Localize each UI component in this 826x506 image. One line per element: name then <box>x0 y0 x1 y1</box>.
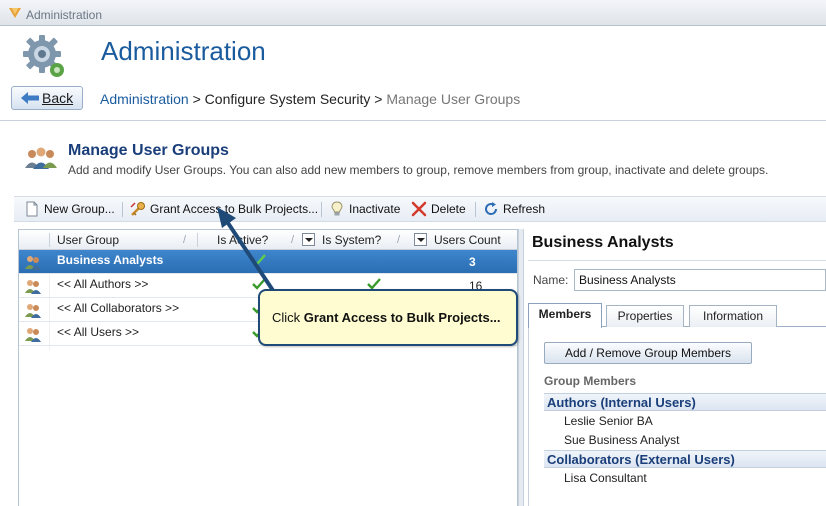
breadcrumb-configure-security[interactable]: Configure System Security <box>205 91 371 107</box>
column-header-is-active[interactable]: Is Active? <box>217 233 268 247</box>
user-group-icon <box>25 304 41 318</box>
column-header-user-group[interactable]: User Group <box>57 233 119 247</box>
toolbar-separator <box>475 202 476 217</box>
refresh-label: Refresh <box>503 202 546 216</box>
instruction-callout: Click Grant Access to Bulk Projects... <box>258 289 518 346</box>
user-group-icon <box>25 256 41 270</box>
new-document-icon <box>26 201 38 217</box>
page-header: Administration Back Administration > Con… <box>0 26 826 118</box>
window-titlebar: Administration <box>0 0 826 26</box>
row-group-name: << All Users >> <box>57 325 140 339</box>
section-title: Manage User Groups <box>68 142 229 159</box>
name-field[interactable] <box>574 269 826 291</box>
detail-tabs: Members Properties Information <box>528 303 826 328</box>
toolbar-separator <box>122 202 123 217</box>
refresh-icon <box>485 202 498 215</box>
tab-information[interactable]: Information <box>689 305 777 328</box>
new-group-button[interactable]: New Group... <box>24 201 115 219</box>
row-users-count: 3 <box>469 255 476 269</box>
breadcrumb: Administration > Configure System Securi… <box>100 91 520 107</box>
row-group-name: << All Collaborators >> <box>57 301 180 315</box>
tab-members[interactable]: Members <box>528 303 602 328</box>
callout-bold-text: Grant Access to Bulk Projects... <box>303 310 501 325</box>
page-title: Administration <box>101 36 266 66</box>
detail-title: Business Analysts <box>532 234 674 251</box>
member-group-heading: Authors (Internal Users) <box>544 393 826 411</box>
toolbar-separator <box>321 202 322 217</box>
section-description: Add and modify User Groups. You can also… <box>68 163 769 177</box>
member-item[interactable]: Sue Business Analyst <box>564 433 679 447</box>
delete-button[interactable]: Delete <box>411 201 466 219</box>
grant-access-label: Grant Access to Bulk Projects... <box>150 202 319 216</box>
detail-divider <box>528 260 826 261</box>
delete-label: Delete <box>431 202 466 216</box>
back-button-label: Back <box>42 90 74 106</box>
group-members-label: Group Members <box>544 374 637 388</box>
checkmark-icon <box>252 254 266 266</box>
refresh-button[interactable]: Refresh <box>483 201 545 219</box>
column-separator <box>197 233 198 247</box>
table-row[interactable]: Business Analysts 3 <box>19 250 517 274</box>
user-group-icon <box>25 280 41 294</box>
tab-properties[interactable]: Properties <box>606 305 684 328</box>
column-separator <box>49 233 50 247</box>
breadcrumb-separator: > <box>188 91 205 107</box>
user-group-icon <box>25 328 41 342</box>
app-logo-icon <box>9 8 21 18</box>
is-system-filter-dropdown[interactable] <box>414 233 427 246</box>
back-arrow-icon <box>21 92 39 104</box>
user-groups-grid: User Group / Is Active? / Is System? / U… <box>18 229 518 506</box>
new-group-label: New Group... <box>44 202 115 216</box>
member-group-heading: Collaborators (External Users) <box>544 450 826 468</box>
lightbulb-icon <box>331 201 343 216</box>
column-resize-handle[interactable]: / <box>397 234 407 246</box>
key-icon <box>130 202 145 216</box>
breadcrumb-separator: > <box>370 91 387 107</box>
gear-icon <box>23 35 64 77</box>
row-group-name: << All Authors >> <box>57 277 149 291</box>
users-group-icon <box>25 147 57 169</box>
is-active-filter-dropdown[interactable] <box>302 233 315 246</box>
column-header-is-system[interactable]: Is System? <box>322 233 381 247</box>
column-resize-handle[interactable]: / <box>291 234 301 246</box>
back-button[interactable]: Back <box>11 86 83 110</box>
delete-x-icon <box>411 201 427 217</box>
row-group-name: Business Analysts <box>57 253 164 267</box>
callout-prefix: Click <box>272 310 304 325</box>
column-resize-handle[interactable]: / <box>183 234 193 246</box>
inactivate-button[interactable]: Inactivate <box>329 201 400 219</box>
grid-header: User Group / Is Active? / Is System? / U… <box>19 230 517 250</box>
panel-splitter[interactable] <box>518 229 524 506</box>
column-header-users-count[interactable]: Users Count <box>434 233 501 247</box>
toolbar: New Group... Grant Access to Bulk Projec… <box>14 196 826 222</box>
breadcrumb-administration-link[interactable]: Administration <box>100 91 189 107</box>
add-remove-members-button[interactable]: Add / Remove Group Members <box>544 342 752 364</box>
grant-access-button[interactable]: Grant Access to Bulk Projects... <box>130 201 318 219</box>
name-label: Name: <box>533 273 569 287</box>
breadcrumb-current: Manage User Groups <box>386 91 521 107</box>
member-item[interactable]: Lisa Consultant <box>564 471 647 485</box>
header-divider <box>0 120 826 121</box>
window-title: Administration <box>26 8 103 22</box>
inactivate-label: Inactivate <box>349 202 401 216</box>
member-item[interactable]: Leslie Senior BA <box>564 414 653 428</box>
